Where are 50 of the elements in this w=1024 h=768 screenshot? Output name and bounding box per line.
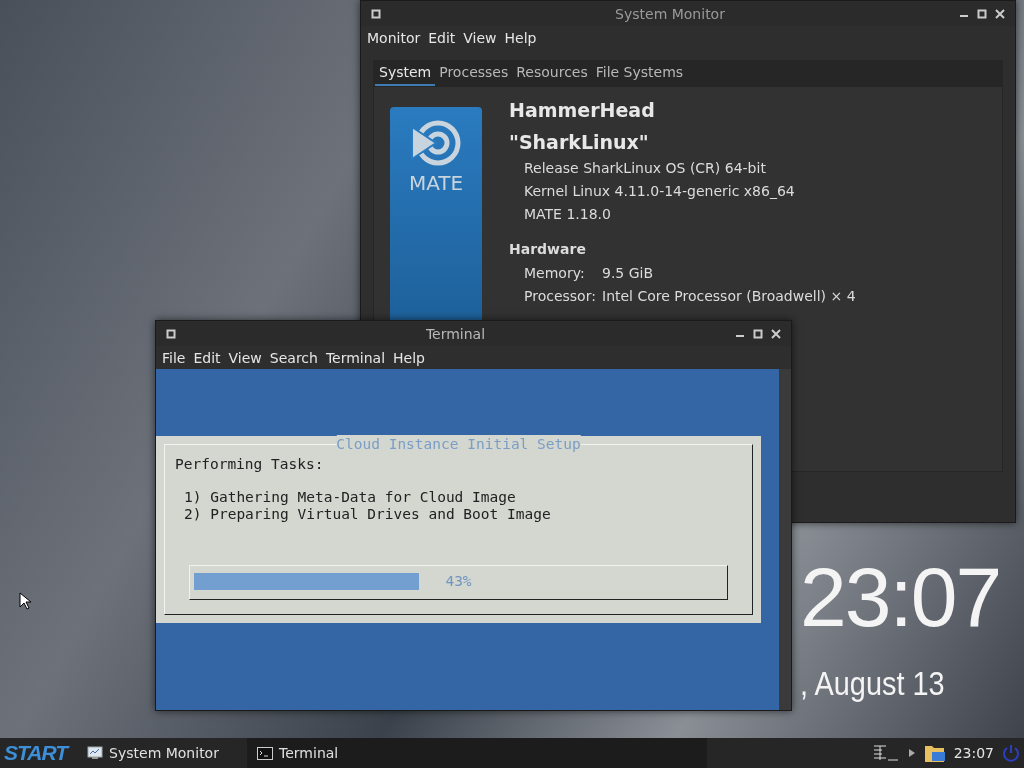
expand-arrow-icon[interactable]: [907, 748, 916, 758]
scrollbar[interactable]: [779, 369, 791, 710]
logo-text: MATE: [408, 171, 464, 195]
window-menu-icon[interactable]: [166, 328, 176, 339]
mouse-cursor-icon: [19, 592, 31, 610]
dialog-heading: Performing Tasks:: [175, 455, 325, 473]
tab[interactable]: Processes: [435, 60, 513, 86]
taskbar-item[interactable]: Terminal: [247, 738, 708, 768]
tab[interactable]: Resources: [512, 60, 592, 86]
system-info-line: Kernel Linux 4.11.0-14-generic x86_64: [523, 182, 796, 201]
folder-icon[interactable]: [923, 743, 946, 763]
menu-item[interactable]: Monitor: [363, 30, 425, 46]
window-menu-icon[interactable]: [371, 8, 381, 19]
task-line: 1) Gathering Meta-Data for Cloud Image: [184, 489, 517, 506]
terminal-icon: [257, 746, 274, 760]
maximize-button[interactable]: [753, 328, 763, 339]
network-icon: [871, 744, 900, 762]
menu-item[interactable]: File: [158, 349, 190, 366]
hardware-label: Memory:: [524, 264, 586, 283]
menu-item[interactable]: Search: [265, 349, 322, 366]
hardware-value: Intel Core Processor (Broadwell) × 4: [602, 287, 856, 306]
menu-item[interactable]: Help: [500, 30, 541, 46]
monitor-icon: [87, 746, 104, 760]
tab[interactable]: File Systems: [591, 60, 688, 86]
window-title: Terminal: [424, 325, 487, 342]
hostname: HammerHead: [509, 99, 656, 121]
menu-item[interactable]: Edit: [424, 30, 460, 46]
close-button[interactable]: [995, 8, 1005, 19]
desktop-clock: 23:07: [800, 555, 1001, 639]
menu-item[interactable]: Edit: [189, 349, 225, 366]
system-info-line: MATE 1.18.0: [523, 205, 612, 224]
taskbar-item[interactable]: System Monitor: [77, 738, 248, 768]
desktop-date: , August 13: [800, 664, 945, 703]
close-button[interactable]: [771, 328, 781, 339]
dialog-title: Cloud Instance Initial Setup: [336, 435, 581, 453]
menu-item[interactable]: Terminal: [321, 349, 390, 366]
window-title: System Monitor: [614, 5, 726, 22]
task-line: 2) Preparing Virtual Drives and Boot Image: [184, 506, 552, 523]
menu-item[interactable]: View: [224, 349, 266, 366]
section-heading: Hardware: [509, 240, 587, 259]
hardware-value: 9.5 GiB: [602, 264, 654, 283]
menu-item[interactable]: Help: [389, 349, 429, 366]
start-button[interactable]: START: [0, 741, 78, 765]
system-info-line: Release SharkLinux OS (CR) 64-bit: [523, 159, 767, 178]
taskbar-clock: 23:07: [953, 745, 994, 761]
maximize-button[interactable]: [977, 8, 987, 19]
hardware-label: Processor:: [524, 287, 597, 306]
menu-item[interactable]: View: [459, 30, 501, 46]
distro-name: "SharkLinux": [509, 131, 650, 153]
progress-percent: 43%: [445, 573, 472, 590]
